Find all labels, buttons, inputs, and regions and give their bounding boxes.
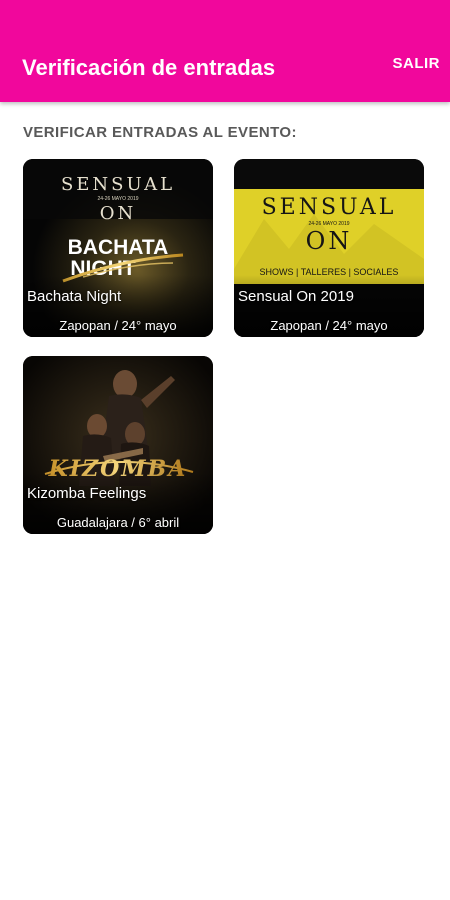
svg-text:SENSUAL: SENSUAL (262, 195, 397, 220)
svg-text:ON: ON (306, 227, 353, 255)
app-bar: Verificación de entradas SALIR (0, 0, 450, 102)
event-location-date: Zapopan / 24° mayo (59, 318, 177, 333)
event-title: Kizomba Feelings (27, 485, 147, 502)
svg-text:SENSUAL: SENSUAL (61, 174, 175, 195)
event-title: Bachata Night (27, 288, 122, 305)
event-location-date: Zapopan / 24° mayo (270, 318, 388, 333)
logout-button[interactable]: SALIR (393, 55, 441, 72)
event-card-kizomba-feelings[interactable]: KIZOMBA Kizomba Feelings Guadalajara / 6… (23, 356, 213, 534)
svg-text:BACHATA: BACHATA (68, 236, 169, 259)
event-title: Sensual On 2019 (238, 288, 354, 305)
svg-text:24-26 MAYO 2019: 24-26 MAYO 2019 (97, 196, 138, 202)
event-location-date: Guadalajara / 6° abril (56, 515, 180, 530)
svg-text:ON: ON (100, 203, 137, 224)
section-heading: VERIFICAR ENTRADAS AL EVENTO: (23, 124, 297, 141)
app-title: Verificación de entradas (22, 55, 276, 80)
event-card-bachata-night[interactable]: SENSUAL 24-26 MAYO 2019 ON BACHATA NIGHT… (23, 159, 213, 337)
event-card-sensual-on-2019[interactable]: SENSUAL 24-26 MAYO 2019 ON SHOWS | TALLE… (234, 159, 424, 337)
